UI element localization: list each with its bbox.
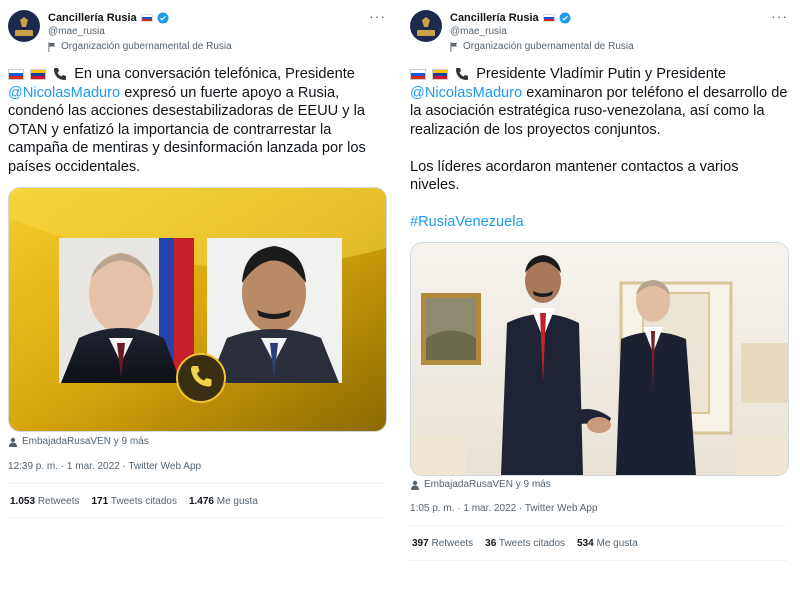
likes-label: Me gusta <box>216 496 258 507</box>
russia-flag-icon <box>542 14 555 22</box>
org-label-text: Organización gubernamental de Rusia <box>61 41 232 52</box>
tagged-users-text: EmbajadaRusaVEN y 9 más <box>424 479 551 490</box>
account-handle[interactable]: @mae_rusia <box>48 26 105 37</box>
mention-link[interactable]: @NicolasMaduro <box>8 85 120 101</box>
likes-label: Me gusta <box>596 538 638 549</box>
tweet-image[interactable] <box>410 242 789 476</box>
account-name[interactable]: Cancillería Rusia <box>48 12 137 24</box>
more-icon[interactable]: ··· <box>771 8 788 24</box>
likes-stat[interactable]: 534 Me gusta <box>577 538 638 549</box>
tweet-stats: 1.053 Retweets 171 Tweets citados 1.476 … <box>10 496 258 507</box>
tweet-text: En una conversación telefónica, Presiden… <box>8 65 388 176</box>
verified-badge-icon <box>559 12 571 24</box>
tweet-header: Cancillería Rusia @mae_rusia Organizació… <box>408 8 794 53</box>
likes-count: 1.476 <box>188 496 214 507</box>
quotes-label: Tweets citados <box>498 538 566 549</box>
tweet-meta[interactable]: 1:05 p. m. · 1 mar. 2022 · Twitter Web A… <box>410 503 598 514</box>
divider <box>410 525 787 526</box>
tweet-stats: 397 Retweets 36 Tweets citados 534 Me gu… <box>412 538 638 549</box>
retweets-label: Retweets <box>37 496 80 507</box>
more-icon[interactable]: ··· <box>369 8 386 24</box>
tweet-image[interactable] <box>8 187 387 432</box>
likes-stat[interactable]: 1.476 Me gusta <box>189 496 258 507</box>
person-icon <box>9 437 17 447</box>
russia-flag-emoji <box>410 68 426 80</box>
tagged-users[interactable]: EmbajadaRusaVEN y 9 más <box>8 436 149 447</box>
avatar[interactable] <box>8 10 40 42</box>
venezuela-flag-emoji <box>432 68 449 80</box>
government-flag-icon <box>450 41 458 52</box>
tagged-users-text: EmbajadaRusaVEN y 9 más <box>22 436 149 447</box>
org-label: Organización gubernamental de Rusia <box>48 41 232 52</box>
phone-icon <box>456 68 469 81</box>
tweet-text: Presidente Vladímir Putin y Presidente @… <box>410 65 790 232</box>
mention-link[interactable]: @NicolasMaduro <box>410 85 522 101</box>
tweet-text-c: Los líderes acordaron mantener contactos… <box>410 158 739 194</box>
tagged-users[interactable]: EmbajadaRusaVEN y 9 más <box>410 479 551 490</box>
quotes-stat[interactable]: 171 Tweets citados <box>92 496 177 507</box>
retweets-stat[interactable]: 1.053 Retweets <box>10 496 80 507</box>
crest-icon <box>422 17 430 27</box>
tweet-right: Cancillería Rusia @mae_rusia Organizació… <box>408 0 794 600</box>
divider <box>8 517 385 518</box>
putin-maduro-handshake-image <box>411 243 788 475</box>
tweet-left: Cancillería Rusia @mae_rusia Organizació… <box>6 0 392 600</box>
russia-flag-emoji <box>8 68 24 80</box>
putin-maduro-call-image <box>9 188 386 431</box>
divider <box>410 560 787 561</box>
retweets-count: 1.053 <box>10 496 36 507</box>
quotes-count: 171 <box>91 496 109 507</box>
government-flag-icon <box>48 41 56 52</box>
divider <box>8 483 385 484</box>
tweet-header: Cancillería Rusia @mae_rusia Organizació… <box>6 8 392 53</box>
phone-icon <box>54 68 67 81</box>
avatar[interactable] <box>410 10 442 42</box>
org-label: Organización gubernamental de Rusia <box>450 41 634 52</box>
quotes-stat[interactable]: 36 Tweets citados <box>485 538 565 549</box>
retweets-stat[interactable]: 397 Retweets <box>412 538 473 549</box>
verified-badge-icon <box>157 12 169 24</box>
quotes-count: 36 <box>485 538 497 549</box>
crest-icon <box>20 17 28 27</box>
tweet-text-a: Presidente Vladímir Putin y Presidente <box>476 66 727 82</box>
tweet-meta[interactable]: 12:39 p. m. · 1 mar. 2022 · Twitter Web … <box>8 461 201 472</box>
account-name[interactable]: Cancillería Rusia <box>450 12 539 24</box>
russia-flag-icon <box>140 14 153 22</box>
venezuela-flag-emoji <box>30 68 47 80</box>
hashtag-link[interactable]: #RusiaVenezuela <box>410 214 524 230</box>
person-icon <box>411 480 419 490</box>
retweets-label: Retweets <box>431 538 474 549</box>
account-handle[interactable]: @mae_rusia <box>450 26 507 37</box>
quotes-label: Tweets citados <box>110 496 177 507</box>
tweet-text-a: En una conversación telefónica, Presiden… <box>74 66 355 82</box>
likes-count: 534 <box>577 538 594 549</box>
org-label-text: Organización gubernamental de Rusia <box>463 41 634 52</box>
retweets-count: 397 <box>412 538 429 549</box>
